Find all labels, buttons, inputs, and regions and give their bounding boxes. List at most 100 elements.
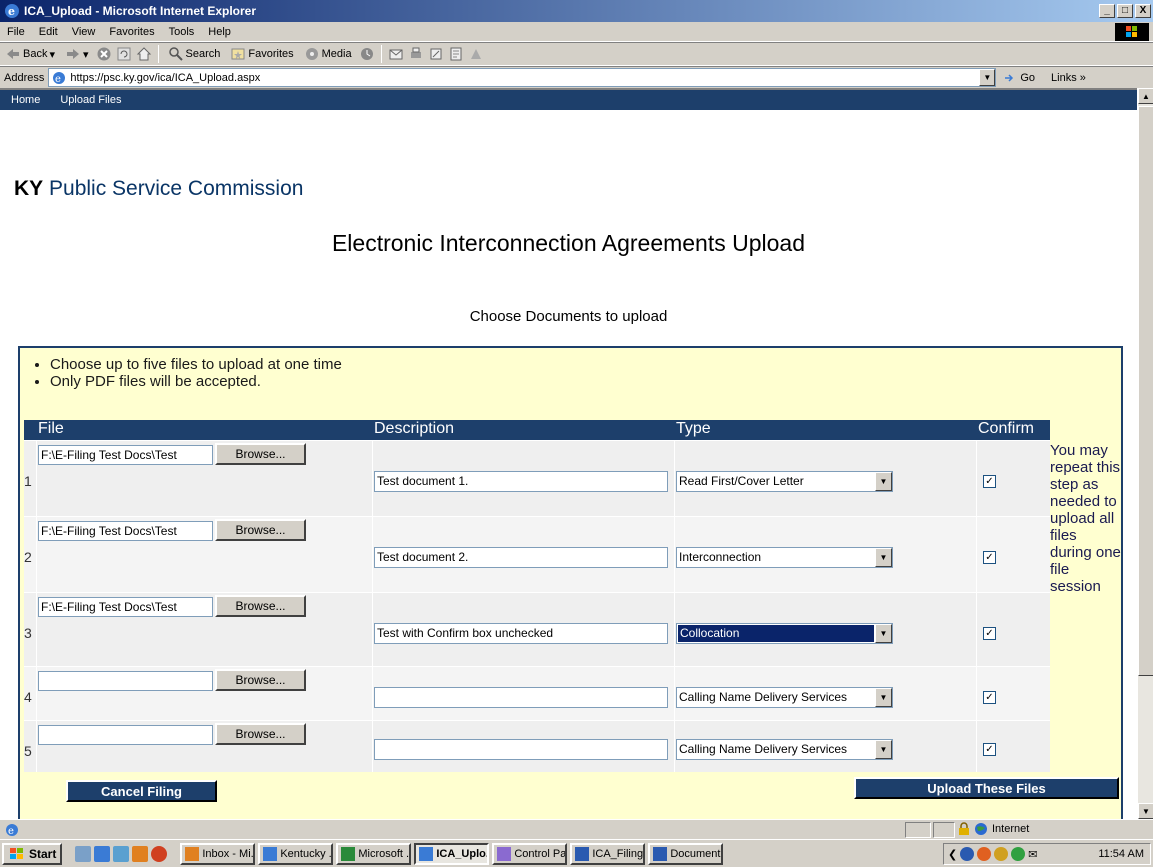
file-path-input[interactable] [38,671,213,691]
messenger-icon[interactable] [468,46,484,62]
history-icon[interactable] [359,46,375,62]
close-button[interactable]: X [1135,4,1151,18]
edit-icon[interactable] [428,46,444,62]
system-tray: ❮ ✉ 11:54 AM [943,843,1151,865]
menu-tools[interactable]: Tools [162,26,202,38]
svg-text:e: e [8,5,15,18]
toolbar-separator [157,45,159,63]
media-button[interactable]: Media [301,44,355,64]
scroll-up-button[interactable]: ▲ [1138,88,1153,104]
start-button[interactable]: Start [2,842,63,865]
menu-file[interactable]: File [0,26,32,38]
nav-upload-files[interactable]: Upload Files [60,94,121,106]
vertical-scrollbar[interactable]: ▲ ▼ [1137,88,1153,819]
security-zone: Internet [958,822,1029,836]
menu-favorites[interactable]: Favorites [102,26,161,38]
file-path-input[interactable]: F:\E-Filing Test Docs\Test [38,521,213,541]
go-button[interactable]: Go [1002,70,1035,86]
task-button-microsoft[interactable]: Microsoft ... [336,842,412,865]
sync-icon[interactable] [1011,847,1026,861]
task-label: ICA_Filing... [592,847,646,860]
confirm-checkbox[interactable]: ✓ [983,475,996,488]
ie-quicklaunch-icon[interactable] [94,845,111,862]
description-input[interactable]: Test document 1. [374,471,668,492]
mail-icon[interactable]: ✉ [1028,848,1037,861]
description-input[interactable]: Test with Confirm box unchecked [374,623,668,644]
brand-name: Public Service Commission [43,177,304,200]
print-icon[interactable] [408,46,424,62]
favorites-label: Favorites [248,48,294,60]
task-button-control-panel[interactable]: Control Pa... [492,842,568,865]
address-dropdown-button[interactable]: ▼ [979,69,996,86]
task-button-kentucky[interactable]: Kentucky ... [258,842,334,865]
confirm-checkbox[interactable]: ✓ [983,743,996,756]
scroll-down-button[interactable]: ▼ [1138,803,1153,819]
row-number: 1 [24,473,32,489]
file-path-input[interactable]: F:\E-Filing Test Docs\Test [38,445,213,465]
word-icon [575,846,590,861]
task-button-ica-filing[interactable]: ICA_Filing... [570,842,646,865]
type-select[interactable]: Calling Name Delivery Services ▼ [676,687,893,708]
network-icon[interactable] [994,847,1009,861]
row-number: 5 [24,743,32,759]
maximize-button[interactable]: □ [1117,4,1133,18]
type-select[interactable]: Calling Name Delivery Services ▼ [676,739,893,760]
table-row: 1 F:\E-Filing Test Docs\Test Browse... T… [24,440,1050,516]
task-button-document[interactable]: Document... [648,842,724,865]
upload-files-button[interactable]: Upload These Files [854,777,1119,799]
nav-home[interactable]: Home [11,94,40,106]
description-input[interactable] [374,687,668,708]
confirm-checkbox[interactable]: ✓ [983,627,996,640]
stop-icon[interactable] [96,46,112,62]
cancel-filing-button[interactable]: Cancel Filing [66,780,217,802]
type-select[interactable]: Read First/Cover Letter ▼ [676,471,893,492]
toolbar-separator [380,45,382,63]
links-button[interactable]: Links » [1051,72,1086,84]
browse-button[interactable]: Browse... [215,723,306,745]
forward-button[interactable]: ▾ [62,44,92,64]
chevron-left-icon[interactable]: ❮ [948,848,957,861]
type-select[interactable]: Interconnection ▼ [676,547,893,568]
task-button-inbox[interactable]: Inbox - Mi... [180,842,256,865]
menu-edit[interactable]: Edit [32,26,65,38]
home-icon[interactable] [136,46,152,62]
page-icon: e [53,71,66,85]
links-label: Links [1051,71,1077,84]
browse-button[interactable]: Browse... [215,443,306,465]
browse-button[interactable]: Browse... [215,519,306,541]
browse-button[interactable]: Browse... [215,595,306,617]
show-desktop-icon[interactable] [75,845,92,862]
description-input[interactable]: Test document 2. [374,547,668,568]
go-label: Go [1020,71,1036,84]
confirm-checkbox[interactable]: ✓ [983,551,996,564]
description-input[interactable] [374,739,668,760]
type-select[interactable]: Collocation ▼ [676,623,893,644]
task-button-ica-upload[interactable]: ICA_Uplo... [414,842,490,865]
discuss-icon[interactable] [448,46,464,62]
refresh-icon[interactable] [116,46,132,62]
address-input[interactable]: e https://psc.ky.gov/ica/ICA_Upload.aspx… [48,68,997,87]
back-label: Back [23,48,48,60]
minimize-button[interactable]: _ [1099,4,1115,18]
browser-quicklaunch-icon[interactable] [151,845,168,862]
back-button[interactable]: Back ▾ [2,44,58,64]
favorites-button[interactable]: Favorites [227,44,296,64]
menu-view[interactable]: View [65,26,103,38]
scroll-thumb[interactable] [1138,106,1153,676]
antivirus-icon[interactable] [977,847,992,861]
browse-button[interactable]: Browse... [215,669,306,691]
search-button[interactable]: Search [165,44,224,64]
shield-icon[interactable] [960,847,975,861]
menu-help[interactable]: Help [201,26,238,38]
calendar-quicklaunch-icon[interactable] [132,845,149,862]
confirm-checkbox[interactable]: ✓ [983,691,996,704]
window-title: ICA_Upload - Microsoft Internet Explorer [24,4,257,18]
row-number: 4 [24,689,32,705]
outlook-quicklaunch-icon[interactable] [113,845,130,862]
file-path-input[interactable] [38,725,213,745]
instructions-list: Choose up to five files to upload at one… [40,356,342,390]
address-url: https://psc.ky.gov/ica/ICA_Upload.aspx [70,71,261,84]
mail-icon[interactable] [388,46,404,62]
ie-icon [263,846,278,861]
file-path-input[interactable]: F:\E-Filing Test Docs\Test [38,597,213,617]
